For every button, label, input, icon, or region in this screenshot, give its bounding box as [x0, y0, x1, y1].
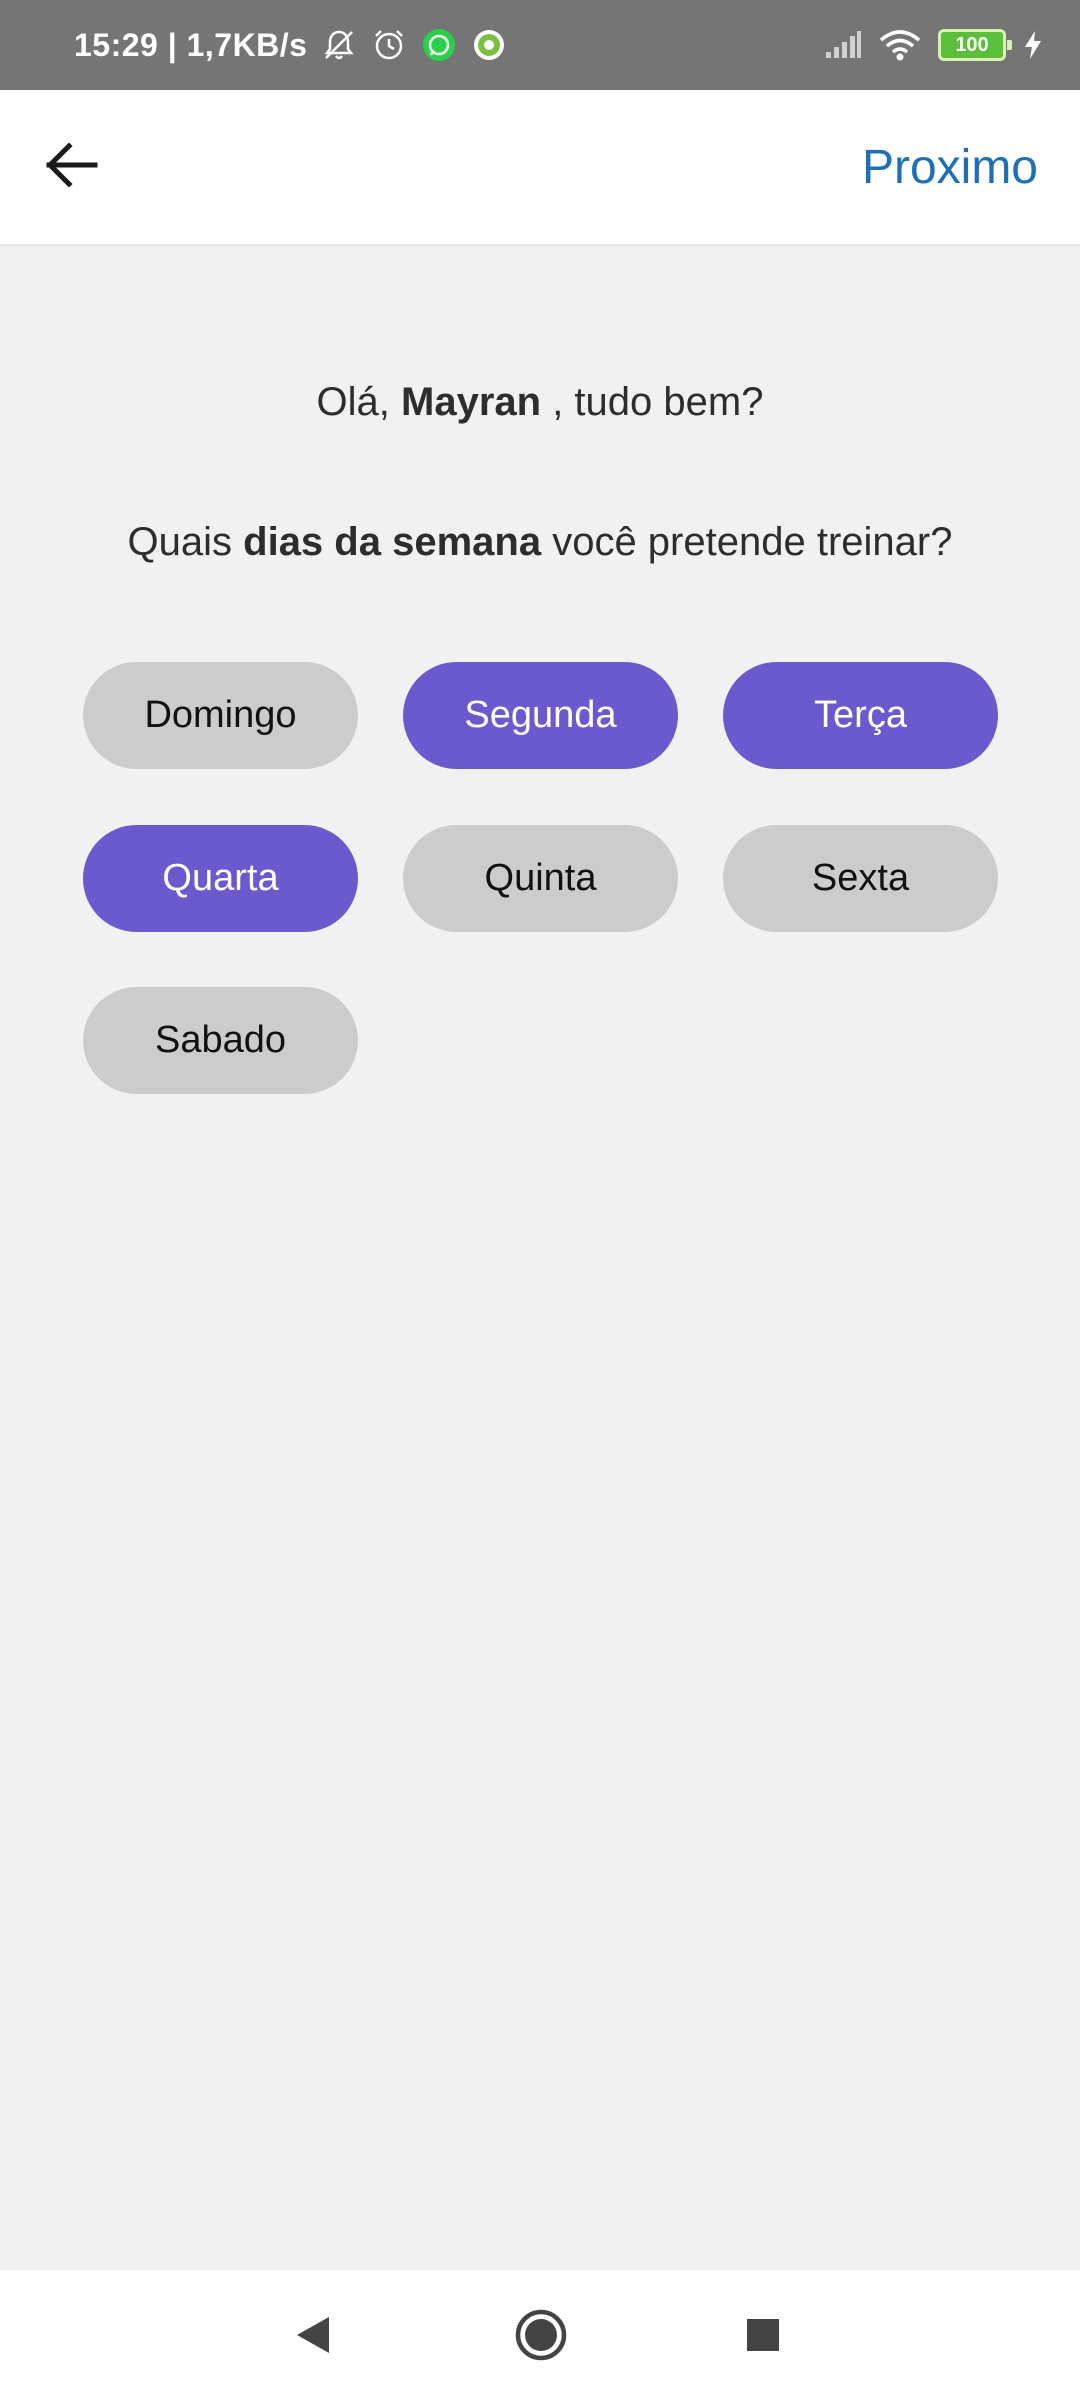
signal-icon: [824, 30, 862, 60]
back-button[interactable]: [30, 123, 114, 207]
square-recents-icon: [747, 2319, 779, 2351]
question-suffix: você pretende treinar?: [552, 520, 953, 564]
whatsapp-icon: [421, 27, 457, 63]
next-button[interactable]: Proximo: [862, 90, 1038, 244]
greeting-prefix: Olá,: [316, 380, 390, 424]
user-name: Mayran: [401, 380, 542, 424]
question-prefix: Quais: [127, 520, 233, 564]
day-chip-segunda[interactable]: Segunda: [403, 662, 678, 769]
circle-home-icon: [515, 2309, 567, 2361]
triangle-back-icon: [297, 2317, 329, 2353]
greeting-suffix: , tudo bem?: [552, 380, 764, 424]
day-chip-terca[interactable]: Terça: [723, 662, 998, 769]
day-chip-sabado[interactable]: Sabado: [83, 987, 358, 1094]
status-time-speed: 15:29 | 1,7KB/s: [74, 26, 308, 63]
question-text: Quais dias da semana você pretende trein…: [0, 520, 1080, 565]
app-bar: Proximo: [0, 90, 1080, 244]
question-emphasis: dias da semana: [243, 520, 542, 564]
day-chip-sexta[interactable]: Sexta: [723, 825, 998, 932]
mute-icon: [321, 27, 357, 63]
app-notification-icon: [471, 27, 507, 63]
day-chip-domingo[interactable]: Domingo: [83, 662, 358, 769]
system-nav-bar: [0, 2270, 1080, 2400]
nav-back-button[interactable]: [276, 2298, 350, 2372]
status-bar: 15:29 | 1,7KB/s 100: [0, 0, 1080, 90]
greeting-text: Olá, Mayran , tudo bem?: [0, 380, 1080, 425]
day-chip-quarta[interactable]: Quarta: [83, 825, 358, 932]
wifi-icon: [878, 28, 922, 62]
alarm-icon: [371, 27, 407, 63]
status-left: 15:29 | 1,7KB/s: [74, 0, 507, 90]
nav-recents-button[interactable]: [726, 2298, 800, 2372]
day-chip-quinta[interactable]: Quinta: [403, 825, 678, 932]
battery-icon: 100: [938, 29, 1012, 61]
nav-home-button[interactable]: [504, 2298, 578, 2372]
charging-icon: [1022, 29, 1044, 61]
status-right: 100: [808, 0, 1044, 90]
arrow-left-icon: [46, 143, 98, 187]
battery-level: 100: [938, 29, 1012, 61]
